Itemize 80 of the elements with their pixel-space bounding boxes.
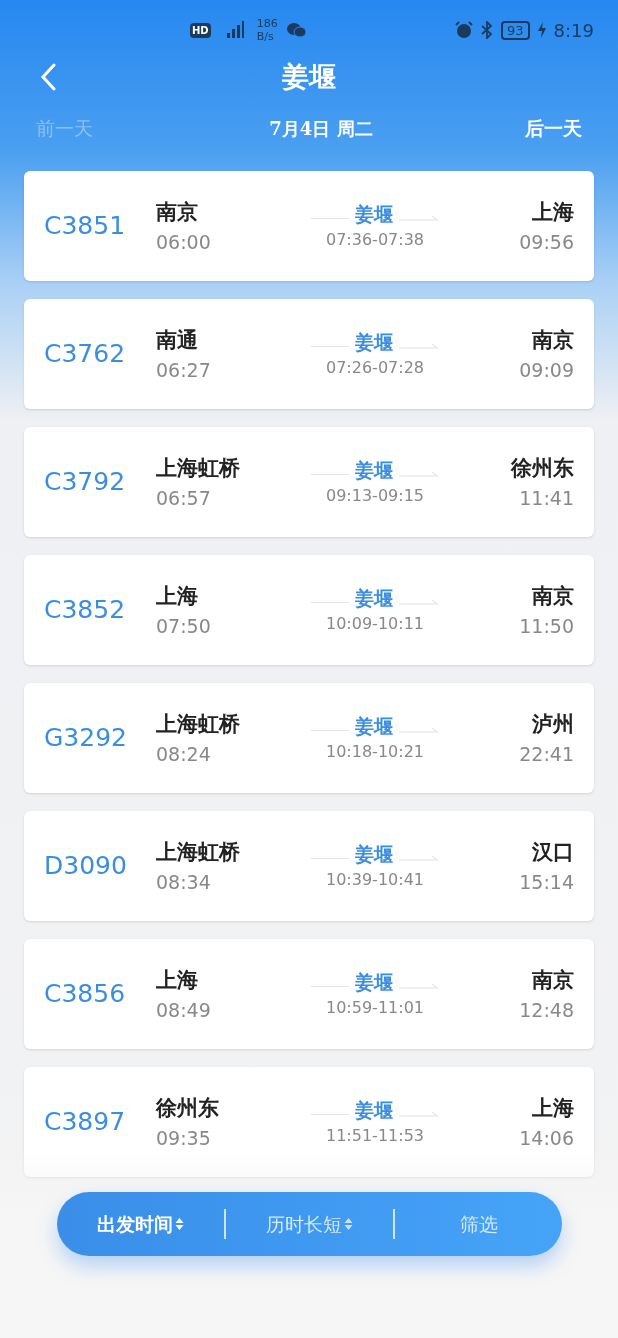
sort-icon — [344, 1217, 353, 1231]
via-station: 姜堰 — [355, 329, 393, 355]
departure-station: 上海虹桥 — [156, 454, 241, 482]
alarm-icon — [455, 21, 474, 39]
bar-divider — [393, 1209, 395, 1239]
stop-time: 10:18-10:21 — [326, 741, 424, 764]
departure-station: 上海虹桥 — [156, 838, 241, 866]
via-station: 姜堰 — [355, 969, 393, 995]
train-number: G3292 — [44, 722, 128, 755]
stop-time: 07:36-07:38 — [326, 229, 424, 252]
arrival-station: 汉口 — [532, 838, 574, 866]
train-card[interactable]: C3852 上海 07:50 姜堰 10:09-10:11 南京 11:50 — [24, 555, 594, 665]
clock: 8:19 — [553, 18, 594, 43]
train-number: C3792 — [44, 466, 127, 499]
departure-time: 08:24 — [156, 741, 212, 767]
train-number: C3851 — [44, 210, 127, 243]
via-station: 姜堰 — [355, 585, 393, 611]
train-card[interactable]: C3856 上海 08:49 姜堰 10:59-11:01 南京 12:48 — [24, 939, 594, 1049]
train-card[interactable]: G3292 上海虹桥 08:24 姜堰 10:18-10:21 泸州 22:41 — [24, 683, 594, 793]
bluetooth-icon — [481, 21, 494, 39]
via-station: 姜堰 — [355, 713, 393, 739]
departure-time: 06:00 — [156, 229, 212, 255]
speed-unit: B/s — [256, 30, 275, 43]
train-number: C3762 — [44, 338, 127, 371]
train-number: C3897 — [44, 1106, 127, 1139]
departure-time: 07:50 — [156, 613, 212, 639]
departure-station: 上海 — [156, 582, 199, 610]
departure-station: 南通 — [156, 326, 199, 354]
arrival-station: 南京 — [532, 582, 574, 610]
via-station: 姜堰 — [355, 457, 393, 483]
bar-divider — [224, 1209, 226, 1239]
arrival-time: 14:06 — [519, 1125, 574, 1151]
arrival-station: 泸州 — [532, 710, 574, 738]
back-icon — [40, 63, 56, 91]
stop-time: 10:39-10:41 — [326, 869, 424, 892]
arrival-station: 南京 — [532, 966, 574, 994]
train-number: D3090 — [44, 850, 128, 883]
arrival-time: 09:09 — [519, 357, 574, 383]
page-title: 姜堰 — [282, 59, 336, 94]
arrival-station: 上海 — [532, 1094, 574, 1122]
via-station: 姜堰 — [355, 841, 393, 867]
stop-time: 09:13-09:15 — [326, 485, 424, 508]
departure-station: 上海 — [156, 966, 199, 994]
train-card[interactable]: C3897 徐州东 09:35 姜堰 11:51-11:53 上海 14:06 — [24, 1067, 594, 1177]
train-card[interactable]: C3792 上海虹桥 06:57 姜堰 09:13-09:15 徐州东 11:41 — [24, 427, 594, 537]
departure-time: 06:57 — [156, 485, 212, 511]
departure-time: 09:35 — [156, 1125, 212, 1151]
stop-time: 10:09-10:11 — [326, 613, 424, 636]
departure-station: 徐州东 — [156, 1094, 220, 1122]
arrival-time: 15:14 — [519, 869, 574, 895]
arrival-time: 22:41 — [519, 741, 574, 767]
arrival-time: 11:50 — [519, 613, 574, 639]
charging-icon — [537, 22, 546, 38]
stop-time: 07:26-07:28 — [326, 357, 424, 380]
departure-station: 上海虹桥 — [156, 710, 241, 738]
departure-station: 南京 — [156, 198, 199, 226]
arrival-time: 11:41 — [519, 485, 574, 511]
arrival-time: 12:48 — [519, 997, 574, 1023]
stop-time: 10:59-11:01 — [326, 997, 424, 1020]
battery-level: 93 — [501, 20, 530, 40]
train-number: C3852 — [44, 594, 127, 627]
arrival-station: 南京 — [532, 326, 574, 354]
chat-icon — [285, 22, 306, 38]
network-speed: 186 — [256, 17, 278, 30]
train-card[interactable]: C3762 南通 06:27 姜堰 07:26-07:28 南京 09:09 — [24, 299, 594, 409]
via-station: 姜堰 — [355, 201, 393, 227]
date-label: 7月4日 周二 — [269, 116, 373, 141]
arrival-station: 上海 — [532, 198, 574, 226]
arrival-time: 09:56 — [519, 229, 574, 255]
train-number: C3856 — [44, 978, 127, 1011]
departure-time: 06:27 — [156, 357, 212, 383]
train-card[interactable]: D3090 上海虹桥 08:34 姜堰 10:39-10:41 汉口 15:14 — [24, 811, 594, 921]
hd-icon: HD — [190, 22, 211, 38]
arrival-station: 徐州东 — [511, 454, 574, 482]
departure-time: 08:34 — [156, 869, 212, 895]
via-station: 姜堰 — [355, 1097, 393, 1123]
sort-icon — [175, 1217, 184, 1231]
train-card[interactable]: C3851 南京 06:00 姜堰 07:36-07:38 上海 09:56 — [24, 171, 594, 281]
stop-time: 11:51-11:53 — [326, 1125, 424, 1148]
departure-time: 08:49 — [156, 997, 212, 1023]
